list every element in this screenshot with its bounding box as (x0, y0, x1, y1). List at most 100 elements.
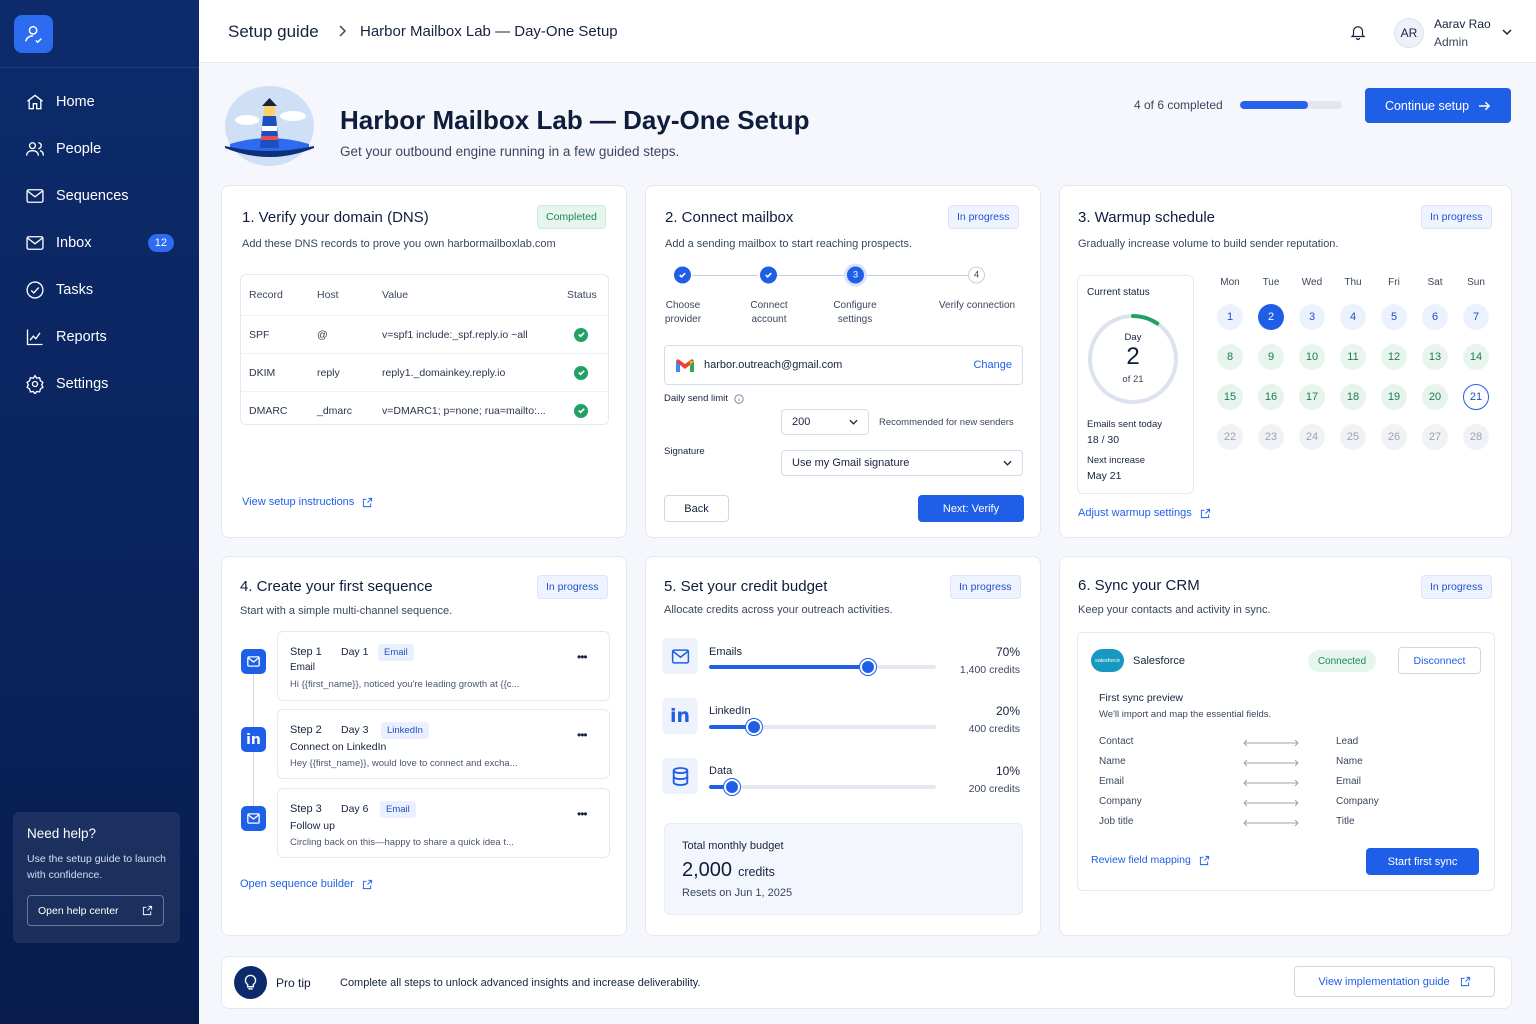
credit-item-credits: 400 credits (968, 723, 1020, 735)
calendar-day[interactable]: 22 (1217, 424, 1243, 450)
calendar-day[interactable]: 25 (1340, 424, 1366, 450)
view-setup-instructions-link[interactable]: View setup instructions (242, 496, 373, 508)
lighthouse-illustration (225, 86, 314, 166)
change-mailbox-link[interactable]: Change (973, 359, 1012, 371)
calendar-day[interactable]: 1 (1217, 304, 1243, 330)
start-first-sync-button[interactable]: Start first sync (1366, 848, 1479, 875)
calendar-day[interactable]: 23 (1258, 424, 1284, 450)
calendar-day[interactable]: 28 (1463, 424, 1489, 450)
calendar-day[interactable]: 9 (1258, 344, 1284, 370)
data-credit-slider[interactable] (709, 779, 936, 795)
sidebar-item-home[interactable]: Home (0, 78, 199, 125)
chevron-down-icon[interactable] (1502, 28, 1512, 36)
avatar[interactable]: AR (1394, 18, 1424, 48)
next-verify-button[interactable]: Next: Verify (918, 495, 1024, 522)
target-field: Name (1336, 756, 1363, 767)
daily-limit-select[interactable]: 200 (781, 409, 869, 435)
calendar-day[interactable]: 26 (1381, 424, 1407, 450)
slider-handle[interactable] (859, 659, 876, 675)
calendar-day[interactable]: 19 (1381, 384, 1407, 410)
calendar-day[interactable]: 2 (1258, 304, 1284, 330)
view-implementation-guide-button[interactable]: View implementation guide (1294, 966, 1495, 997)
step-2-check-icon (760, 266, 777, 284)
sidebar-item-sequences[interactable]: Sequences (0, 172, 199, 219)
status-badge: In progress (537, 575, 608, 599)
calendar-day[interactable]: 6 (1422, 304, 1448, 330)
linkedin-credit-slider[interactable] (709, 719, 936, 735)
adjust-warmup-settings-link[interactable]: Adjust warmup settings (1078, 507, 1211, 519)
signature-select[interactable]: Use my Gmail signature (781, 450, 1023, 476)
calendar-day[interactable]: 14 (1463, 344, 1489, 370)
weekday-header: Sun (1467, 277, 1485, 288)
open-help-center-button[interactable]: Open help center (27, 895, 164, 926)
calendar-day[interactable]: 16 (1258, 384, 1284, 410)
credits-card-title: 5. Set your credit budget (664, 578, 828, 595)
sidebar-item-people[interactable]: People (0, 125, 199, 172)
review-field-mapping-link[interactable]: Review field mapping (1091, 854, 1210, 866)
calendar-day[interactable]: 15 (1217, 384, 1243, 410)
dns-table: Record Host Value Status SPF @ v=spf1 in… (240, 274, 609, 425)
continue-setup-button[interactable]: Continue setup (1365, 88, 1511, 123)
sidebar-item-inbox[interactable]: Inbox 12 (0, 219, 199, 266)
calendar-day[interactable]: 12 (1381, 344, 1407, 370)
calendar-day[interactable]: 5 (1381, 304, 1407, 330)
calendar-day[interactable]: 11 (1340, 344, 1366, 370)
more-options-icon[interactable]: ••• (577, 807, 588, 821)
total-budget: 2,000 credits (682, 859, 775, 882)
credits-card-desc: Allocate credits across your outreach ac… (664, 604, 893, 616)
sidebar-item-tasks[interactable]: Tasks (0, 266, 199, 313)
user-role: Admin (1434, 35, 1469, 49)
sidebar-item-reports[interactable]: Reports (0, 313, 199, 360)
back-button[interactable]: Back (664, 495, 729, 522)
status-badge: In progress (1421, 205, 1492, 229)
disconnect-button[interactable]: Disconnect (1398, 647, 1481, 674)
crm-provider-name: Salesforce (1133, 655, 1185, 667)
step-preview: Hi {{first_name}}, noticed you're leadin… (290, 679, 520, 690)
open-sequence-builder-link[interactable]: Open sequence builder (240, 878, 373, 890)
calendar-day[interactable]: 10 (1299, 344, 1325, 370)
calendar-day[interactable]: 27 (1422, 424, 1448, 450)
sequence-step-3[interactable]: Step 3 Day 6 Email Follow up Circling ba… (277, 788, 610, 858)
connected-mailbox: harbor.outreach@gmail.com Change (664, 345, 1023, 385)
calendar-day[interactable]: 7 (1463, 304, 1489, 330)
bell-icon[interactable] (1349, 22, 1367, 42)
app-logo[interactable] (14, 15, 53, 53)
current-status-label: Current status (1087, 287, 1150, 298)
more-options-icon[interactable]: ••• (577, 728, 588, 742)
total-budget-label: Total monthly budget (682, 840, 784, 852)
calendar-day[interactable]: 18 (1340, 384, 1366, 410)
calendar-day[interactable]: 17 (1299, 384, 1325, 410)
target-field: Email (1336, 776, 1362, 787)
calendar-day[interactable]: 8 (1217, 344, 1243, 370)
sequence-step-2[interactable]: Step 2 Day 3 LinkedIn Connect on LinkedI… (277, 709, 610, 779)
calendar-day[interactable]: 13 (1422, 344, 1448, 370)
calendar-day[interactable]: 24 (1299, 424, 1325, 450)
step-label: Configure settings (833, 300, 877, 325)
sidebar-item-label: People (56, 140, 102, 157)
calendar-day[interactable]: 3 (1299, 304, 1325, 330)
emails-credit-slider[interactable] (709, 659, 936, 675)
info-icon[interactable] (734, 393, 744, 404)
link-label: Review field mapping (1091, 854, 1191, 866)
warmup-day: 2 (1126, 343, 1140, 370)
col-host: Host (317, 289, 339, 301)
sidebar-item-settings[interactable]: Settings (0, 360, 199, 407)
calendar-day[interactable]: 21 (1463, 384, 1489, 410)
breadcrumb-root[interactable]: Setup guide (228, 22, 319, 42)
gmail-icon (676, 358, 694, 372)
step-number: Step 2 (290, 724, 322, 736)
calendar-day[interactable]: 4 (1340, 304, 1366, 330)
weekday-header: Fri (1388, 277, 1400, 288)
more-options-icon[interactable]: ••• (577, 650, 588, 664)
table-row: SPF @ v=spf1 include:_spf.reply.io ~all (241, 315, 608, 353)
cell-host: _dmarc (317, 404, 353, 417)
bidirectional-arrow-icon (1243, 759, 1299, 767)
slider-handle[interactable] (746, 719, 763, 735)
linkedin-icon: in (662, 698, 698, 734)
check-icon (574, 327, 588, 342)
sidebar-item-label: Home (56, 93, 95, 110)
sequence-step-1[interactable]: Step 1 Day 1 Email Email Hi {{first_name… (277, 631, 610, 701)
calendar-day[interactable]: 20 (1422, 384, 1448, 410)
chevron-down-icon (849, 419, 858, 425)
slider-handle[interactable] (723, 779, 740, 795)
